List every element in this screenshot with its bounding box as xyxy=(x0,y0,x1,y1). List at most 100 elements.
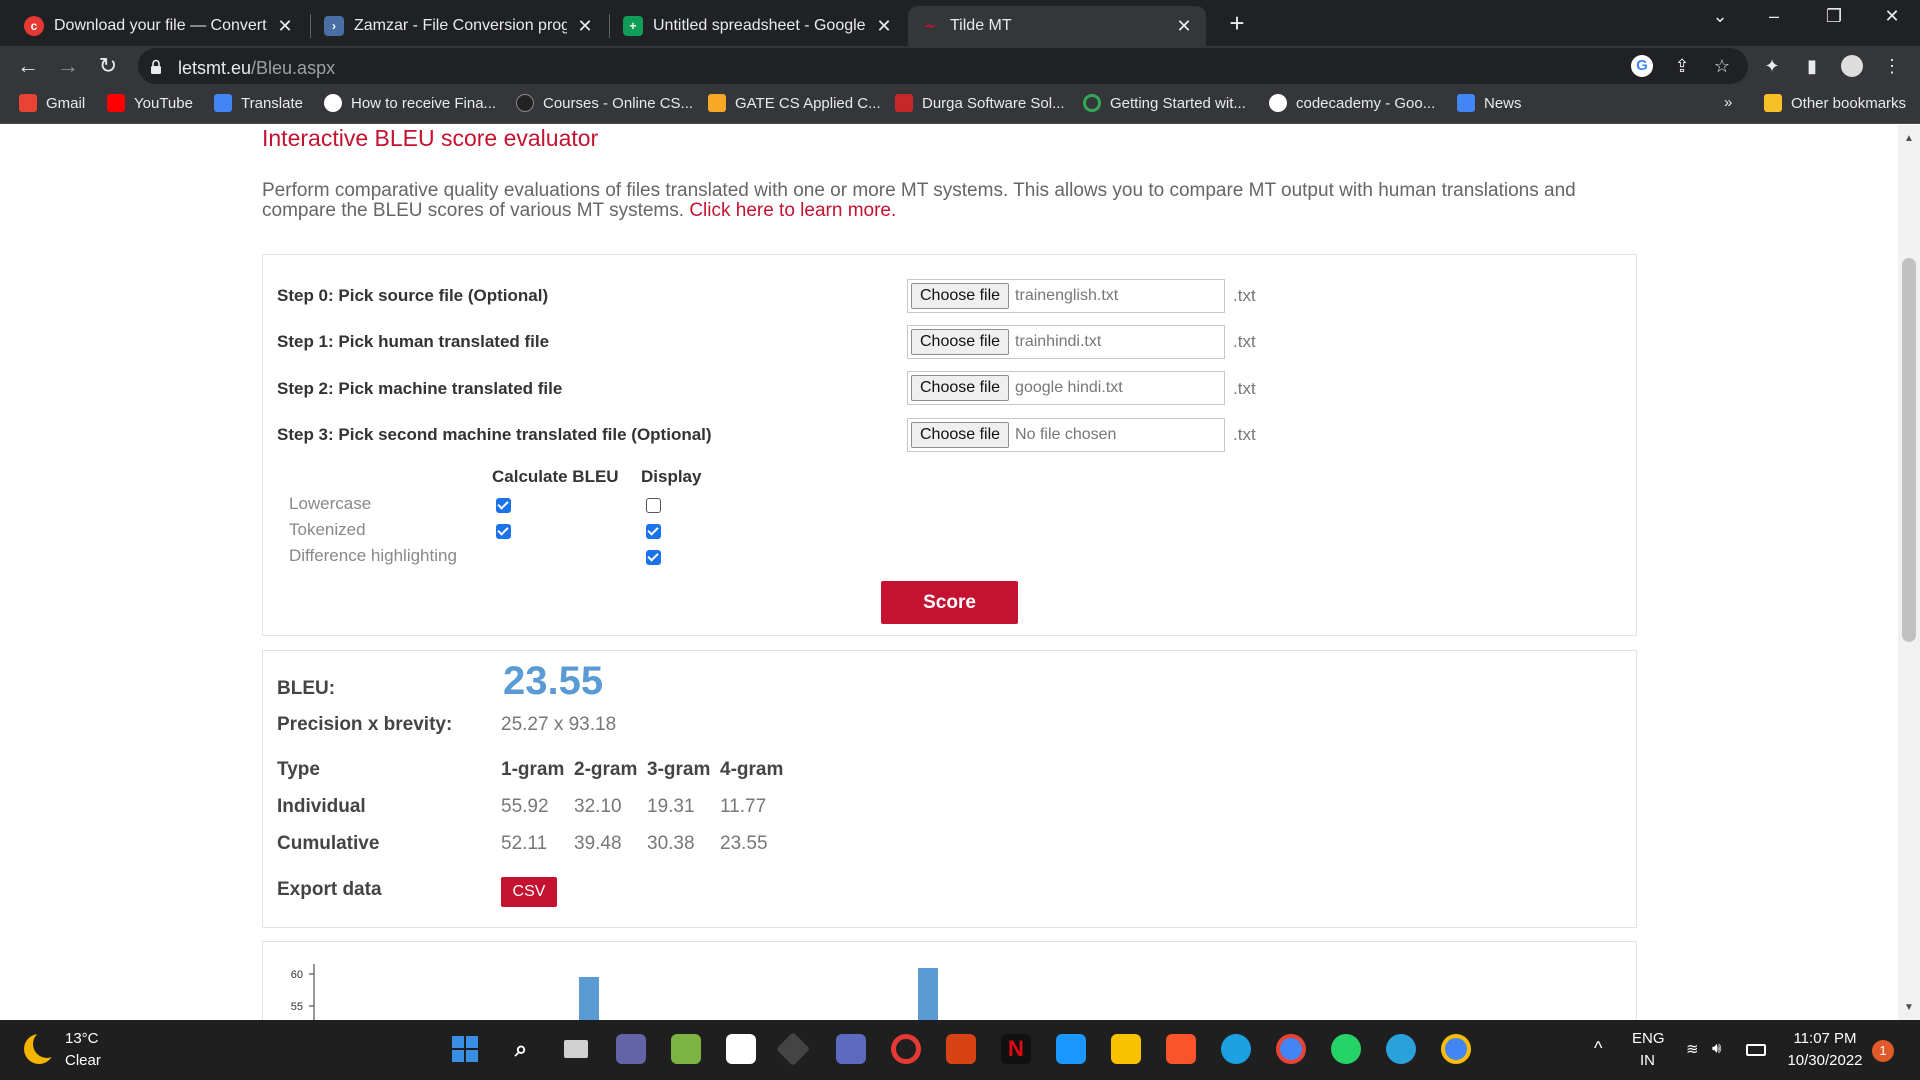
news-icon xyxy=(1457,94,1475,112)
photo-app-icon[interactable] xyxy=(671,1034,701,1064)
window-close-icon[interactable]: ✕ xyxy=(1870,6,1914,27)
language-indicator[interactable]: ENG xyxy=(1632,1030,1665,1047)
csv-export-button[interactable]: CSV xyxy=(501,877,557,907)
bookmark-gate[interactable]: GATE CS Applied C... xyxy=(708,94,881,112)
tab-tilde-mt[interactable]: ~ Tilde MT ✕ xyxy=(908,6,1206,46)
display-header: Display xyxy=(641,467,702,486)
lowercase-display-checkbox[interactable] xyxy=(646,498,661,513)
cube-app-icon[interactable] xyxy=(776,1032,810,1066)
moon-icon[interactable] xyxy=(24,1030,61,1064)
bookmark-news[interactable]: News xyxy=(1457,94,1522,112)
lowercase-label: Lowercase xyxy=(289,494,372,513)
clock-date[interactable]: 10/30/2022 xyxy=(1780,1052,1870,1069)
bookmark-getting-started[interactable]: Getting Started wit... xyxy=(1083,94,1246,112)
prime-video-icon[interactable] xyxy=(1056,1034,1086,1064)
reload-icon[interactable]: ↻ xyxy=(94,52,122,80)
bookmark-translate[interactable]: Translate xyxy=(214,94,303,112)
edge-icon[interactable] xyxy=(1221,1034,1251,1064)
tab-zamzar[interactable]: › Zamzar - File Conversion progres ✕ xyxy=(312,6,607,46)
notification-badge[interactable]: 1 xyxy=(1872,1040,1894,1062)
calculate-bleu-header: Calculate BLEU xyxy=(492,467,619,486)
brave-icon[interactable] xyxy=(1166,1034,1196,1064)
google-lens-icon[interactable]: G xyxy=(1631,55,1653,77)
forward-icon[interactable]: → xyxy=(54,52,82,80)
task-view-icon[interactable] xyxy=(561,1034,591,1064)
lowercase-calculate-checkbox[interactable] xyxy=(496,498,511,513)
teams-chat-icon[interactable] xyxy=(616,1034,646,1064)
telegram-icon[interactable] xyxy=(1386,1034,1416,1064)
tokenized-display-checkbox[interactable] xyxy=(646,524,661,539)
close-icon[interactable]: ✕ xyxy=(275,16,295,37)
choose-file-button[interactable]: Choose file xyxy=(911,329,1010,355)
volume-icon[interactable]: 🔊︎ xyxy=(1712,1040,1721,1057)
chrome-icon[interactable] xyxy=(1276,1034,1306,1064)
bookmark-youtube[interactable]: YouTube xyxy=(107,94,193,112)
file-explorer-icon[interactable] xyxy=(1111,1034,1141,1064)
battery-icon[interactable] xyxy=(1746,1044,1766,1056)
scroll-up-icon[interactable]: ▲ xyxy=(1904,133,1914,144)
opera-icon[interactable] xyxy=(891,1034,921,1064)
score-button[interactable]: Score xyxy=(881,581,1018,624)
tab-search-icon[interactable]: ⌄ xyxy=(1698,6,1742,27)
other-bookmarks[interactable]: Other bookmarks xyxy=(1764,94,1906,112)
tokenized-calculate-checkbox[interactable] xyxy=(496,524,511,539)
choose-file-button[interactable]: Choose file xyxy=(911,375,1010,401)
choose-file-button[interactable]: Choose file xyxy=(911,283,1010,309)
url-text[interactable]: letsmt.eu/Bleu.aspx xyxy=(178,58,335,79)
restore-icon[interactable]: ❐ xyxy=(1812,6,1856,27)
bookmark-medium[interactable]: How to receive Fina... xyxy=(324,94,496,112)
share-icon[interactable]: ⇪ xyxy=(1671,55,1693,77)
start-icon[interactable] xyxy=(450,1034,480,1064)
learn-more-link[interactable]: Click here to learn more. xyxy=(689,200,896,221)
weather-condition[interactable]: Clear xyxy=(65,1052,101,1069)
bookmark-star-icon[interactable]: ☆ xyxy=(1711,55,1733,77)
whatsapp-icon[interactable] xyxy=(1331,1034,1361,1064)
back-icon[interactable]: ← xyxy=(14,52,42,80)
chrome-profile-icon[interactable] xyxy=(1441,1034,1471,1064)
step-0-file-input[interactable]: Choose file trainenglish.txt xyxy=(907,279,1225,313)
show-hidden-icons-icon[interactable]: ^ xyxy=(1594,1038,1602,1059)
extensions-icon[interactable]: ✦ xyxy=(1761,55,1783,77)
difference-highlighting-display-checkbox[interactable] xyxy=(646,550,661,565)
choose-file-button[interactable]: Choose file xyxy=(911,422,1010,448)
scroll-down-icon[interactable]: ▼ xyxy=(1904,1002,1914,1013)
page-scrollbar[interactable]: ▲ ▼ xyxy=(1898,125,1920,1020)
individual-3gram: 19.31 xyxy=(647,796,695,817)
intro-paragraph: Perform comparative quality evaluations … xyxy=(262,180,1576,221)
scrollbar-thumb[interactable] xyxy=(1902,258,1916,642)
store-icon[interactable] xyxy=(726,1034,756,1064)
medium-icon xyxy=(324,94,342,112)
address-bar[interactable]: letsmt.eu/Bleu.aspx xyxy=(138,48,1748,84)
wifi-icon[interactable]: ≋ xyxy=(1686,1040,1699,1058)
bookmark-durga[interactable]: Durga Software Sol... xyxy=(895,94,1065,112)
region-indicator[interactable]: IN xyxy=(1640,1052,1655,1069)
step-2-file-input[interactable]: Choose file google hindi.txt xyxy=(907,371,1225,405)
minimize-icon[interactable]: – xyxy=(1752,6,1796,27)
step-3-file-input[interactable]: Choose file No file chosen xyxy=(907,418,1225,452)
netflix-icon[interactable]: N xyxy=(1001,1034,1031,1064)
tab-convertio[interactable]: c Download your file — Convertio ✕ xyxy=(12,6,307,46)
profile-avatar-icon[interactable] xyxy=(1841,55,1863,77)
close-icon[interactable]: ✕ xyxy=(874,16,894,37)
clock-time[interactable]: 11:07 PM xyxy=(1790,1030,1860,1047)
side-panel-icon[interactable]: ▮ xyxy=(1801,55,1823,77)
close-icon[interactable]: ✕ xyxy=(1174,16,1194,37)
step-1-label: Step 1: Pick human translated file xyxy=(277,332,550,351)
chart-bar xyxy=(918,968,938,1020)
step-0-label: Step 0: Pick source file (Optional) xyxy=(277,286,549,305)
visual-studio-icon[interactable] xyxy=(836,1034,866,1064)
chart-panel: 60 55 xyxy=(262,941,1637,1020)
search-icon[interactable]: ⌕ xyxy=(506,1034,536,1064)
more-bookmarks-button[interactable]: » xyxy=(1724,94,1732,111)
step-1-file-input[interactable]: Choose file trainhindi.txt xyxy=(907,325,1225,359)
tab-spreadsheet[interactable]: + Untitled spreadsheet - Google Sh ✕ xyxy=(611,6,906,46)
bookmark-gmail[interactable]: Gmail xyxy=(19,94,85,112)
new-tab-button[interactable]: + xyxy=(1222,8,1252,39)
weather-temperature[interactable]: 13°C xyxy=(65,1030,99,1047)
individual-label: Individual xyxy=(277,796,366,817)
menu-icon[interactable]: ⋮ xyxy=(1881,55,1903,77)
office-icon[interactable] xyxy=(946,1034,976,1064)
bookmark-codecademy[interactable]: codecademy - Goo... xyxy=(1269,94,1435,112)
bookmark-courses[interactable]: Courses - Online CS... xyxy=(516,94,693,112)
close-icon[interactable]: ✕ xyxy=(575,16,595,37)
